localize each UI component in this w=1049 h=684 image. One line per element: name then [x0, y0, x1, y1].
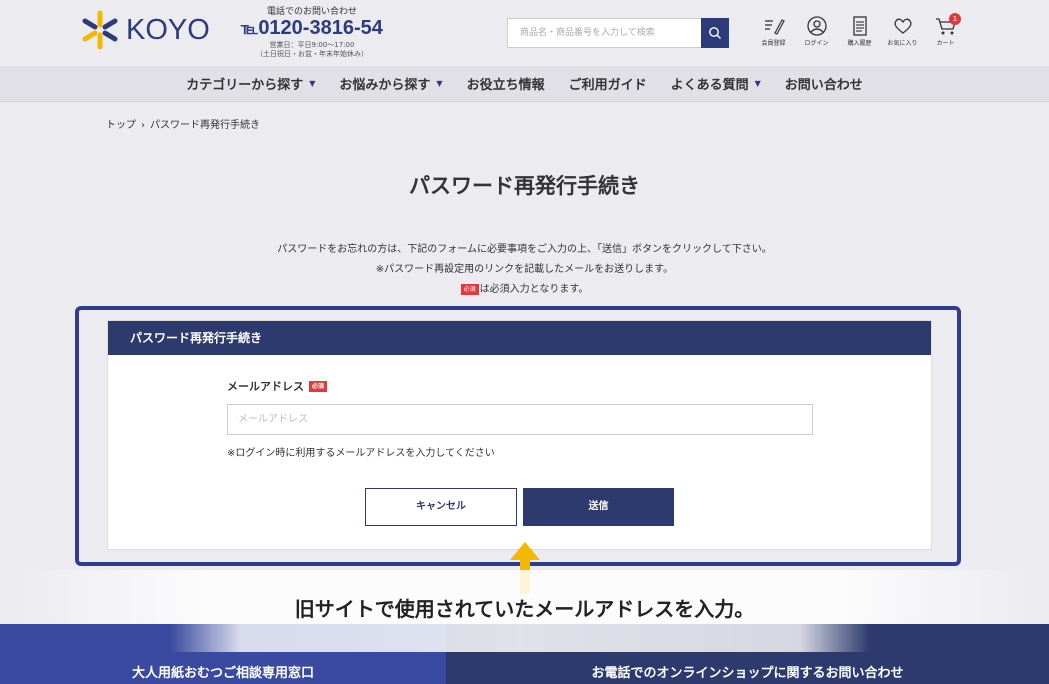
login-icon [806, 16, 827, 36]
breadcrumb: トップ › パスワード再発行手続き [106, 116, 260, 131]
cart-link[interactable]: カート 1 [924, 13, 967, 47]
breadcrumb-home-link[interactable]: トップ [106, 120, 136, 131]
caret-down-icon: ▼ [436, 79, 443, 88]
purchase-history-icon [852, 16, 867, 36]
nav-item-faq[interactable]: よくある質問 ▼ [671, 74, 761, 93]
phone-label: 電話でのお問い合わせ [266, 7, 357, 17]
nav-item-useful-info[interactable]: お役立ち情報 [467, 74, 545, 93]
send-button[interactable]: 送信 [523, 488, 674, 526]
koyo-logo-mark-icon [80, 10, 120, 50]
password-reset-form: パスワード再発行手続き メールアドレス 必須 ※ログイン時に利用するメールアドレ… [107, 320, 932, 550]
phone-holidays: （土日祝日・お盆・年末年始休み） [256, 50, 368, 58]
footer-banners: 大人用紙おむつご相談専用窓口 お電話でのオンラインショップに関するお問い合わせ [0, 624, 1049, 684]
favorites-link[interactable]: お気に入り [881, 16, 924, 47]
nav-item-contact[interactable]: お問い合わせ [785, 74, 863, 93]
purchase-history-label: 購入履歴 [847, 40, 872, 47]
nav-item-label: ご利用ガイド [568, 78, 647, 93]
page-title: パスワード再発行手続き [409, 174, 640, 198]
email-label-text: メールアドレス [227, 380, 304, 393]
member-register-label: 会員登録 [761, 40, 786, 47]
intro-line-2: ※パスワード再設定用のリンクを記載したメールをお送りします。 [375, 264, 674, 275]
nav-item-concerns[interactable]: お悩みから探す ▼ [339, 74, 442, 93]
phone-icon: ℡ [241, 21, 259, 38]
nav-item-category[interactable]: カテゴリーから探す ▼ [186, 74, 315, 93]
purchase-history-link[interactable]: 購入履歴 [838, 16, 881, 47]
intro-line-3: 必須 は必須入力となります。 [0, 280, 1049, 300]
required-tag: 必須 [460, 283, 479, 295]
login-link[interactable]: ログイン [795, 16, 838, 47]
favorites-icon [893, 18, 912, 34]
search-input[interactable] [507, 18, 701, 48]
koyo-logo[interactable]: KOYO [80, 10, 210, 50]
header-icon-menu: 会員登録 ログイン 購入履歴 お気に入り カート 1 [752, 13, 967, 47]
email-input[interactable] [227, 404, 813, 435]
site-search [507, 18, 729, 48]
email-label: メールアドレス 必須 [227, 378, 328, 394]
phone-number: 0120-3816-54 [258, 17, 383, 39]
form-header: パスワード再発行手続き [108, 321, 931, 355]
breadcrumb-current: パスワード再発行手続き [150, 120, 260, 131]
phone-number-line[interactable]: ℡0120-3816-54 [232, 17, 392, 41]
intro-line-1: パスワードをお忘れの方は、下記のフォームに必要事項をご入力の上、「送信」ボタンを… [277, 244, 772, 255]
required-note: は必須入力となります。 [479, 284, 589, 295]
nav-item-label: よくある質問 [670, 78, 749, 93]
cart-count-badge: 1 [949, 13, 961, 25]
nav-item-label: お悩みから探す [339, 78, 431, 93]
search-icon [709, 27, 721, 39]
caret-down-icon: ▼ [754, 79, 761, 88]
footer-contact-title: お電話でのオンラインショップに関するお問い合わせ [591, 666, 904, 681]
phone-hours: 営業日：平日9:00〜17:00 [269, 41, 355, 49]
annotation-caption: 旧サイトで使用されていたメールアドレスを入力。 [294, 597, 755, 621]
global-nav: カテゴリーから探す ▼ お悩みから探す ▼ お役立ち情報 ご利用ガイド よくある質問… [0, 66, 1049, 102]
search-button[interactable] [701, 18, 729, 48]
nav-item-guide[interactable]: ご利用ガイド [569, 74, 647, 93]
phone-contact: 電話でのお問い合わせ ℡0120-3816-54 営業日：平日9:00〜17:0… [232, 4, 392, 59]
intro-text: パスワードをお忘れの方は、下記のフォームに必要事項をご入力の上、「送信」ボタンを… [0, 240, 1049, 300]
cart-label: カート [936, 40, 955, 47]
nav-item-label: お役立ち情報 [466, 78, 545, 93]
nav-item-label: カテゴリーから探す [186, 78, 304, 93]
favorites-label: お気に入り [887, 40, 918, 47]
logo-text: KOYO [126, 13, 210, 46]
member-register-link[interactable]: 会員登録 [752, 16, 795, 47]
email-help-text: ※ログイン時に利用するメールアドレスを入力してください [227, 448, 495, 459]
login-label: ログイン [804, 40, 829, 47]
footer-glow [170, 624, 870, 652]
caret-down-icon: ▼ [309, 79, 316, 88]
required-tag: 必須 [309, 380, 328, 392]
breadcrumb-separator: › [141, 120, 145, 131]
cancel-button[interactable]: キャンセル [365, 488, 517, 526]
site-header: KOYO 電話でのお問い合わせ ℡0120-3816-54 営業日：平日9:00… [0, 0, 1049, 66]
member-register-icon [764, 19, 785, 35]
footer-consult-title: 大人用紙おむつご相談専用窓口 [131, 666, 314, 681]
nav-item-label: お問い合わせ [784, 78, 863, 93]
